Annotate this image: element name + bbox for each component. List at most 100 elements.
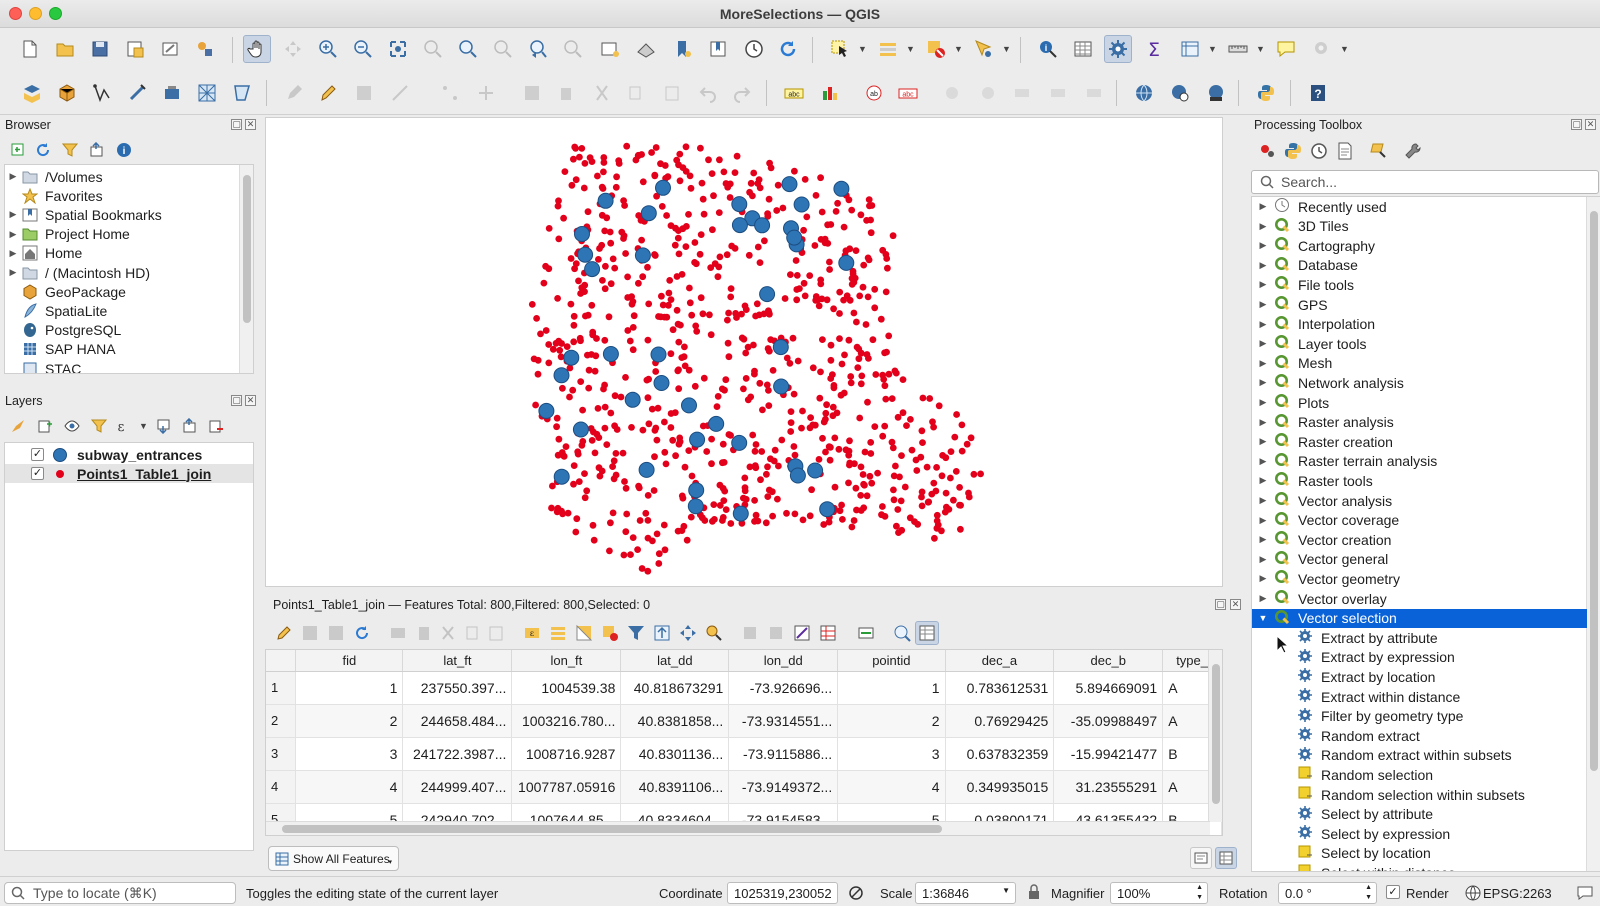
point-feature[interactable]	[697, 294, 705, 302]
point-feature[interactable]	[846, 296, 854, 304]
point-feature[interactable]	[899, 409, 907, 417]
table-cell[interactable]: 1008716.9287	[511, 737, 622, 771]
point-feature[interactable]	[725, 353, 733, 361]
expand-arrow-icon[interactable]: ▶	[1252, 436, 1274, 447]
point-feature[interactable]	[882, 395, 890, 403]
models-icon[interactable]	[1258, 142, 1276, 160]
point-feature[interactable]	[933, 511, 941, 519]
table-cell[interactable]: -73.9115886...	[728, 737, 839, 771]
point-feature[interactable]	[715, 263, 723, 271]
point-feature[interactable]	[570, 462, 578, 469]
point-feature[interactable]	[725, 309, 732, 317]
toolbox-algorithm[interactable]: Select by expression	[1252, 824, 1587, 843]
point-feature[interactable]	[644, 534, 652, 542]
expand-arrow-icon[interactable]: ▶	[1252, 417, 1274, 428]
close-layers-icon[interactable]: ✕	[245, 395, 256, 406]
point-feature[interactable]	[584, 351, 591, 359]
point-feature[interactable]	[897, 497, 905, 505]
point-feature[interactable]	[918, 502, 926, 510]
point-feature[interactable]	[534, 370, 542, 378]
toolbox-group[interactable]: ▶ Vector geometry	[1252, 569, 1587, 588]
toolbox-group[interactable]: ▶ Raster tools	[1252, 471, 1587, 490]
point-feature[interactable]	[853, 318, 860, 326]
point-feature[interactable]	[540, 279, 548, 287]
point-feature[interactable]	[917, 453, 925, 461]
browser-item[interactable]: STAC	[5, 359, 245, 373]
collapse-layers-icon[interactable]	[182, 418, 198, 434]
subway-entrance-feature[interactable]	[819, 501, 836, 518]
point-feature[interactable]	[698, 179, 706, 187]
expand-arrow-icon[interactable]: ▶	[1252, 279, 1274, 290]
point-feature[interactable]	[639, 426, 647, 434]
messages-icon[interactable]	[1577, 885, 1593, 901]
plugin-settings-icon[interactable]	[1308, 35, 1336, 63]
conditional-formatting-icon[interactable]	[819, 624, 837, 642]
point-feature[interactable]	[672, 452, 679, 460]
point-feature[interactable]	[814, 296, 822, 304]
label-settings-icon[interactable]: abc	[780, 79, 808, 107]
point-feature[interactable]	[918, 427, 926, 435]
expand-all-icon[interactable]	[156, 418, 172, 434]
point-feature[interactable]	[722, 506, 730, 513]
point-feature[interactable]	[635, 482, 642, 490]
point-feature[interactable]	[731, 245, 739, 252]
point-feature[interactable]	[584, 311, 592, 319]
point-feature[interactable]	[622, 374, 629, 381]
toolbox-group[interactable]: ▶ Raster analysis	[1252, 413, 1587, 432]
undock-browser-icon[interactable]: ▢	[231, 119, 242, 130]
point-feature[interactable]	[834, 199, 841, 207]
point-feature[interactable]	[575, 478, 583, 485]
point-feature[interactable]	[623, 142, 631, 150]
point-feature[interactable]	[942, 489, 950, 497]
toolbox-algorithm[interactable]: Select by location	[1252, 844, 1587, 863]
undock-layers-icon[interactable]: ▢	[231, 395, 242, 406]
field-calculator-icon[interactable]	[793, 624, 811, 642]
expand-arrow-icon[interactable]: ▶	[1252, 358, 1274, 369]
point-feature[interactable]	[811, 242, 819, 249]
point-feature[interactable]	[590, 536, 598, 544]
point-feature[interactable]	[752, 441, 760, 448]
expand-arrow-icon[interactable]: ▶	[1252, 319, 1274, 330]
table-cell[interactable]: 0.76929425	[945, 704, 1055, 738]
point-feature[interactable]	[863, 351, 871, 358]
point-feature[interactable]	[560, 453, 568, 460]
point-feature[interactable]	[675, 385, 683, 393]
point-feature[interactable]	[903, 422, 910, 429]
row-number[interactable]: 3	[266, 737, 297, 771]
subway-entrance-feature[interactable]	[572, 421, 589, 438]
copy-features-icon[interactable]	[622, 79, 650, 107]
point-feature[interactable]	[836, 310, 843, 317]
point-feature[interactable]	[818, 208, 826, 216]
table-cell[interactable]: -15.99421477	[1053, 737, 1164, 771]
point-feature[interactable]	[594, 172, 601, 180]
point-feature[interactable]	[847, 379, 855, 387]
point-feature[interactable]	[572, 528, 580, 536]
history-icon[interactable]	[1310, 142, 1328, 160]
crs-globe-icon[interactable]	[1465, 885, 1481, 901]
point-feature[interactable]	[685, 211, 692, 218]
point-feature[interactable]	[807, 414, 814, 421]
point-feature[interactable]	[645, 375, 652, 383]
point-feature[interactable]	[642, 509, 650, 517]
row-number[interactable]: 1	[266, 671, 297, 705]
point-feature[interactable]	[542, 327, 550, 334]
point-feature[interactable]	[622, 484, 630, 492]
point-feature[interactable]	[722, 376, 730, 384]
table-cell[interactable]: 244658.484...	[402, 704, 513, 738]
table-cell[interactable]: 1	[295, 671, 404, 705]
table-cell[interactable]: 3	[295, 737, 404, 771]
point-feature[interactable]	[555, 235, 563, 243]
point-feature[interactable]	[822, 448, 829, 456]
point-feature[interactable]	[867, 229, 875, 237]
point-feature[interactable]	[623, 510, 631, 518]
point-feature[interactable]	[890, 486, 897, 494]
close-toolbox-icon[interactable]: ✕	[1585, 119, 1596, 130]
point-feature[interactable]	[602, 262, 609, 270]
point-feature[interactable]	[671, 241, 679, 249]
point-feature[interactable]	[787, 408, 795, 415]
point-feature[interactable]	[879, 503, 886, 510]
point-feature[interactable]	[567, 300, 575, 308]
point-feature[interactable]	[687, 513, 695, 521]
point-feature[interactable]	[555, 197, 562, 205]
table-row[interactable]: 4 4 244999.407... 1007787.05916 40.8391106..…	[266, 770, 1222, 804]
